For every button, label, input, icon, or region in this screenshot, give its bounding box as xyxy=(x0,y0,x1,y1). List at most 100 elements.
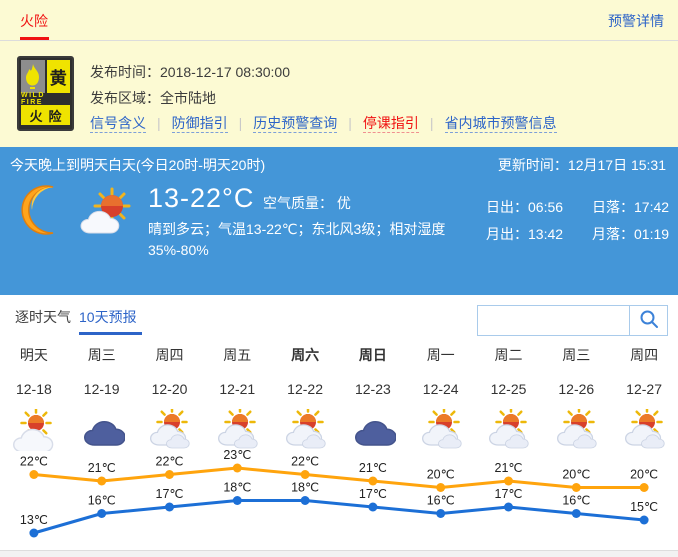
forecast-column-12-25[interactable]: 周二 12-25 xyxy=(475,345,543,451)
sun-two-clouds-icon xyxy=(407,409,475,451)
forecast-column-12-22[interactable]: 周六 12-22 xyxy=(271,345,339,451)
temperature-chart: 22℃21℃22℃23℃22℃21℃20℃21℃20℃20℃13℃16℃17℃1… xyxy=(0,450,678,550)
day-label: 周三 xyxy=(542,345,610,365)
dark-cloud-icon xyxy=(68,409,136,451)
svg-text:18℃: 18℃ xyxy=(223,481,251,495)
tab-fire-risk-underline xyxy=(20,37,49,40)
sun-one-cloud-icon xyxy=(0,409,68,451)
publish-time-row: 发布时间：2018-12-17 08:30:00 xyxy=(90,62,290,82)
fire-warning-badge: 黄 WILD FIRE 火险 xyxy=(17,56,74,131)
day-label: 周五 xyxy=(203,345,271,365)
sun-two-clouds-icon xyxy=(542,409,610,451)
sun-two-clouds-icon xyxy=(136,409,204,451)
link-separator: | xyxy=(430,115,434,131)
svg-text:22℃: 22℃ xyxy=(156,455,184,469)
weather-description: 晴到多云；气温13-22℃；东北风3级；相对湿度35%-80% xyxy=(148,219,474,261)
day-label: 周六 xyxy=(271,345,339,365)
svg-text:20℃: 20℃ xyxy=(562,468,590,482)
day-label: 周四 xyxy=(610,345,678,365)
forecast-column-12-19[interactable]: 周三 12-19 xyxy=(68,345,136,451)
forecast-period-text: 今天晚上到明天白天(今日20时-明天20时) xyxy=(10,155,265,175)
tab-hourly-weather[interactable]: 逐时天气 xyxy=(15,307,71,327)
svg-text:15℃: 15℃ xyxy=(630,500,658,514)
forecast-column-12-18[interactable]: 明天 12-18 xyxy=(0,345,68,451)
svg-text:17℃: 17℃ xyxy=(495,487,523,501)
air-quality-row: 空气质量： 优 xyxy=(263,193,351,213)
bottom-divider-bar xyxy=(0,550,678,557)
link-separator: | xyxy=(348,115,352,131)
air-quality-value: 优 xyxy=(337,195,351,211)
alert-link-3[interactable]: 停课指引 xyxy=(363,115,419,133)
warning-details-link[interactable]: 预警详情 xyxy=(608,11,664,31)
forecast-section: 逐时天气 10天预报 明天12-18周三12-19周四12-20周五12-21周… xyxy=(0,295,678,550)
sun-moon-item: 日落：17:42 xyxy=(592,197,678,224)
sun-two-clouds-icon xyxy=(610,409,678,451)
day-label: 明天 xyxy=(0,345,68,365)
publish-region-row: 发布区域：全市陆地 xyxy=(90,88,216,108)
svg-text:16℃: 16℃ xyxy=(427,494,455,508)
svg-text:20℃: 20℃ xyxy=(630,468,658,482)
sun-moon-item: 月落：01:19 xyxy=(592,224,678,251)
day-label: 周三 xyxy=(68,345,136,365)
search-button[interactable] xyxy=(629,305,668,336)
svg-text:16℃: 16℃ xyxy=(562,494,590,508)
current-conditions-panel: 今天晚上到明天白天(今日20时-明天20时) 更新时间：12月17日 15:31 xyxy=(0,147,678,295)
weather-widget: 火险 预警详情 黄 WILD FIRE 火险 发布时间：2018-12-17 0… xyxy=(0,0,678,557)
badge-type-text: 火险 xyxy=(21,105,70,125)
svg-text:20℃: 20℃ xyxy=(427,468,455,482)
date-label: 12-19 xyxy=(68,381,136,401)
tab-fire-risk[interactable]: 火险 xyxy=(20,11,48,31)
search-input[interactable] xyxy=(477,305,629,336)
moon-icon xyxy=(20,183,70,242)
forecast-column-12-20[interactable]: 周四 12-20 xyxy=(136,345,204,451)
badge-level-text: 黄 xyxy=(47,60,71,93)
forecast-column-12-27[interactable]: 周四12-27 xyxy=(610,345,678,451)
update-time-row: 更新时间：12月17日 15:31 xyxy=(498,155,666,175)
forecast-column-12-26[interactable]: 周三 12-26 xyxy=(542,345,610,451)
badge-english-text: WILD FIRE xyxy=(21,93,70,105)
date-label: 12-22 xyxy=(271,381,339,401)
update-time-label: 更新时间： xyxy=(498,157,568,173)
sun-moon-item: 月出：13:42 xyxy=(486,224,592,251)
alert-link-2[interactable]: 历史预警查询 xyxy=(253,115,337,133)
day-label: 周二 xyxy=(475,345,543,365)
air-quality-label: 空气质量： xyxy=(263,195,333,211)
date-label: 12-20 xyxy=(136,381,204,401)
publish-region-value: 全市陆地 xyxy=(160,90,216,106)
search-icon xyxy=(639,309,659,332)
sun-two-clouds-icon xyxy=(475,409,543,451)
date-label: 12-26 xyxy=(542,381,610,401)
sun-moon-times: 日出：06:56月出：13:42日落：17:42月落：01:19 xyxy=(486,197,678,251)
flame-icon xyxy=(21,60,45,93)
date-label: 12-21 xyxy=(203,381,271,401)
dark-cloud-icon xyxy=(339,409,407,451)
partly-cloudy-icon xyxy=(76,187,140,242)
forecast-column-12-24[interactable]: 周一12-24 xyxy=(407,345,475,451)
tab-ten-day-underline xyxy=(79,332,142,335)
date-label: 12-25 xyxy=(475,381,543,401)
date-label: 12-18 xyxy=(0,381,68,401)
date-label: 12-23 xyxy=(339,381,407,401)
publish-region-label: 发布区域： xyxy=(90,90,160,106)
svg-text:16℃: 16℃ xyxy=(88,494,116,508)
svg-text:21℃: 21℃ xyxy=(359,461,387,475)
alert-link-1[interactable]: 防御指引 xyxy=(172,115,228,133)
forecast-column-12-21[interactable]: 周五 12-21 xyxy=(203,345,271,451)
svg-text:22℃: 22℃ xyxy=(291,455,319,469)
svg-text:17℃: 17℃ xyxy=(156,487,184,501)
sun-two-clouds-icon xyxy=(203,409,271,451)
date-label: 12-24 xyxy=(407,381,475,401)
svg-text:21℃: 21℃ xyxy=(495,461,523,475)
forecast-column-12-23[interactable]: 周日 12-23 xyxy=(339,345,407,451)
svg-text:17℃: 17℃ xyxy=(359,487,387,501)
alert-link-0[interactable]: 信号含义 xyxy=(90,115,146,133)
day-label: 周日 xyxy=(339,345,407,365)
publish-time-label: 发布时间： xyxy=(90,64,160,80)
update-time-value: 12月17日 15:31 xyxy=(568,157,666,173)
warning-tabbar: 火险 预警详情 xyxy=(0,0,678,41)
svg-text:13℃: 13℃ xyxy=(20,513,48,527)
tab-ten-day-forecast[interactable]: 10天预报 xyxy=(79,307,137,327)
svg-text:18℃: 18℃ xyxy=(291,481,319,495)
alert-link-4[interactable]: 省内城市预警信息 xyxy=(445,115,557,133)
day-label: 周四 xyxy=(136,345,204,365)
